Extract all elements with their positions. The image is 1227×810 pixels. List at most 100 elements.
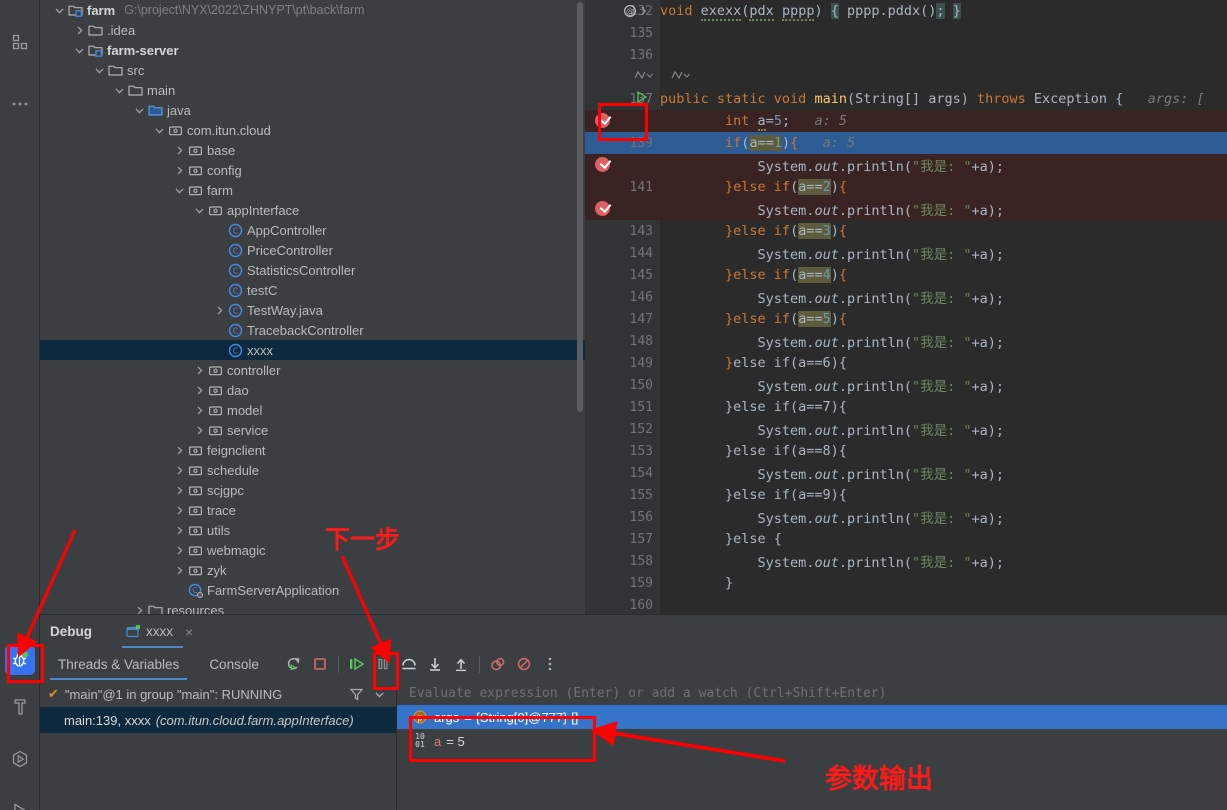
- tree-item-java[interactable]: java: [40, 100, 585, 120]
- code-line[interactable]: 145 }else if(a==4){: [585, 264, 1227, 286]
- code-line[interactable]: 159 }: [585, 572, 1227, 594]
- tree-item-zyk[interactable]: zyk: [40, 560, 585, 580]
- filter-icon[interactable]: [350, 688, 363, 701]
- code-line[interactable]: 147 }else if(a==5){: [585, 308, 1227, 330]
- debug-session-tab[interactable]: xxxx ×: [122, 615, 197, 648]
- step-over-icon[interactable]: [396, 651, 422, 677]
- tree-item-main[interactable]: main: [40, 80, 585, 100]
- run-with-coverage-icon[interactable]: [0, 739, 40, 779]
- run-icon[interactable]: [0, 791, 40, 810]
- chevron-right-icon[interactable]: [172, 480, 186, 500]
- tree-item-schedule[interactable]: schedule: [40, 460, 585, 480]
- tree-item-service[interactable]: service: [40, 420, 585, 440]
- mute-breakpoints-icon[interactable]: [485, 651, 511, 677]
- tree-item-trace[interactable]: trace: [40, 500, 585, 520]
- close-icon[interactable]: ×: [185, 624, 193, 640]
- build-icon[interactable]: [0, 687, 40, 727]
- step-out-icon[interactable]: [448, 651, 474, 677]
- chevron-right-icon[interactable]: [172, 560, 186, 580]
- code-line[interactable]: 141 }else if(a==2){: [585, 176, 1227, 198]
- chevron-down-icon[interactable]: [52, 0, 66, 20]
- resume-icon[interactable]: [344, 651, 370, 677]
- breakpoint-icon[interactable]: [595, 157, 610, 172]
- code-line[interactable]: 135: [585, 22, 1227, 44]
- code-line[interactable]: 150 System.out.println("我是: "+a);: [585, 374, 1227, 396]
- chevron-down-icon[interactable]: [373, 688, 386, 701]
- tree-item-base[interactable]: base: [40, 140, 585, 160]
- code-line[interactable]: 136: [585, 44, 1227, 66]
- chevron-right-icon[interactable]: [132, 600, 146, 614]
- tree-item-testc[interactable]: CtestC: [40, 280, 585, 300]
- code-line[interactable]: 160: [585, 594, 1227, 614]
- tree-item-appinterface[interactable]: appInterface: [40, 200, 585, 220]
- tree-item--idea[interactable]: .idea: [40, 20, 585, 40]
- chevron-right-icon[interactable]: [72, 20, 86, 40]
- tree-item-src[interactable]: src: [40, 60, 585, 80]
- chevron-right-icon[interactable]: [172, 440, 186, 460]
- chevron-right-icon[interactable]: [192, 360, 206, 380]
- gutter-annotation-icon[interactable]: @: [623, 4, 648, 18]
- tree-item-statisticscontroller[interactable]: C StatisticsController: [40, 260, 585, 280]
- tree-item-testway-java[interactable]: C TestWay.java: [40, 300, 585, 320]
- chevron-right-icon[interactable]: [192, 380, 206, 400]
- code-line[interactable]: 152 System.out.println("我是: "+a);: [585, 418, 1227, 440]
- chevron-right-icon[interactable]: [172, 520, 186, 540]
- code-line[interactable]: 153 }else if(a==8){: [585, 440, 1227, 462]
- chevron-down-icon[interactable]: [112, 80, 126, 100]
- chevron-down-icon[interactable]: [72, 40, 86, 60]
- code-line[interactable]: 158 System.out.println("我是: "+a);: [585, 550, 1227, 572]
- tree-item-com-itun-cloud[interactable]: com.itun.cloud: [40, 120, 585, 140]
- chevron-down-icon[interactable]: [152, 120, 166, 140]
- tree-item-dao[interactable]: dao: [40, 380, 585, 400]
- code-line[interactable]: 148 System.out.println("我是: "+a);: [585, 330, 1227, 352]
- fold-marker-icon[interactable]: [670, 69, 692, 86]
- code-line[interactable]: 137 public static void main(String[] args…: [585, 70, 1227, 110]
- code-line[interactable]: 151 }else if(a==7){: [585, 396, 1227, 418]
- code-line[interactable]: 132 @ void exexx(pdx pppp) { pppp.pddx(); …: [585, 0, 1227, 22]
- step-into-icon[interactable]: [422, 651, 448, 677]
- variable-row-args[interactable]: p args = {String[0]@777} []: [397, 705, 1227, 729]
- code-line[interactable]: 144 System.out.println("我是: "+a);: [585, 242, 1227, 264]
- chevron-right-icon[interactable]: [212, 300, 226, 320]
- debug-tool-window-button[interactable]: [5, 645, 35, 675]
- chevron-down-icon[interactable]: [132, 100, 146, 120]
- ellipsis-vertical-icon[interactable]: [537, 651, 563, 677]
- tree-item-farmserverapplication[interactable]: C FarmServerApplication: [40, 580, 585, 600]
- pause-icon[interactable]: [370, 651, 396, 677]
- chevron-down-icon[interactable]: [192, 200, 206, 220]
- tree-item-webmagic[interactable]: webmagic: [40, 540, 585, 560]
- chevron-right-icon[interactable]: [192, 400, 206, 420]
- code-editor[interactable]: 132 @ void exexx(pdx pppp) { pppp.pddx(); …: [585, 0, 1227, 614]
- ellipsis-icon[interactable]: [0, 84, 40, 124]
- tree-item-feignclient[interactable]: feignclient: [40, 440, 585, 460]
- view-breakpoints-icon[interactable]: [511, 651, 537, 677]
- breakpoint-icon[interactable]: [595, 113, 610, 128]
- code-line[interactable]: 155 }else if(a==9){: [585, 484, 1227, 506]
- chevron-right-icon[interactable]: [172, 540, 186, 560]
- tree-item-scjgpc[interactable]: scjgpc: [40, 480, 585, 500]
- tree-item-config[interactable]: config: [40, 160, 585, 180]
- chevron-down-icon[interactable]: [172, 180, 186, 200]
- thread-status-row[interactable]: ✔ "main"@1 in group "main": RUNNING: [40, 681, 396, 707]
- chevron-right-icon[interactable]: [172, 160, 186, 180]
- stack-frame-row[interactable]: main:139, xxxx (com.itun.cloud.farm.appI…: [40, 707, 396, 733]
- run-gutter-icon[interactable]: [635, 90, 649, 108]
- tab-console[interactable]: Console: [201, 648, 267, 680]
- tree-item-farm[interactable]: farm: [40, 180, 585, 200]
- evaluate-expression-input[interactable]: Evaluate expression (Enter) or add a wat…: [397, 681, 1227, 705]
- code-line[interactable]: 149 }else if(a==6){: [585, 352, 1227, 374]
- stop-icon[interactable]: [307, 651, 333, 677]
- tree-item-model[interactable]: model: [40, 400, 585, 420]
- breakpoint-icon[interactable]: [595, 201, 610, 216]
- project-structure-icon[interactable]: [0, 22, 40, 62]
- variable-row-a[interactable]: 10 01 a = 5: [397, 729, 1227, 753]
- code-line[interactable]: 154 System.out.println("我是: "+a);: [585, 462, 1227, 484]
- tree-item-controller[interactable]: controller: [40, 360, 585, 380]
- tree-item-tracebackcontroller[interactable]: C TracebackController: [40, 320, 585, 340]
- project-tree-scrollbar[interactable]: [577, 2, 583, 412]
- code-line[interactable]: 156 System.out.println("我是: "+a);: [585, 506, 1227, 528]
- code-line[interactable]: 143 }else if(a==3){: [585, 220, 1227, 242]
- tree-item-appcontroller[interactable]: C AppController: [40, 220, 585, 240]
- code-line[interactable]: 139 if(a==1){ a: 5: [585, 132, 1227, 154]
- code-line[interactable]: System.out.println("我是: "+a);: [585, 154, 1227, 176]
